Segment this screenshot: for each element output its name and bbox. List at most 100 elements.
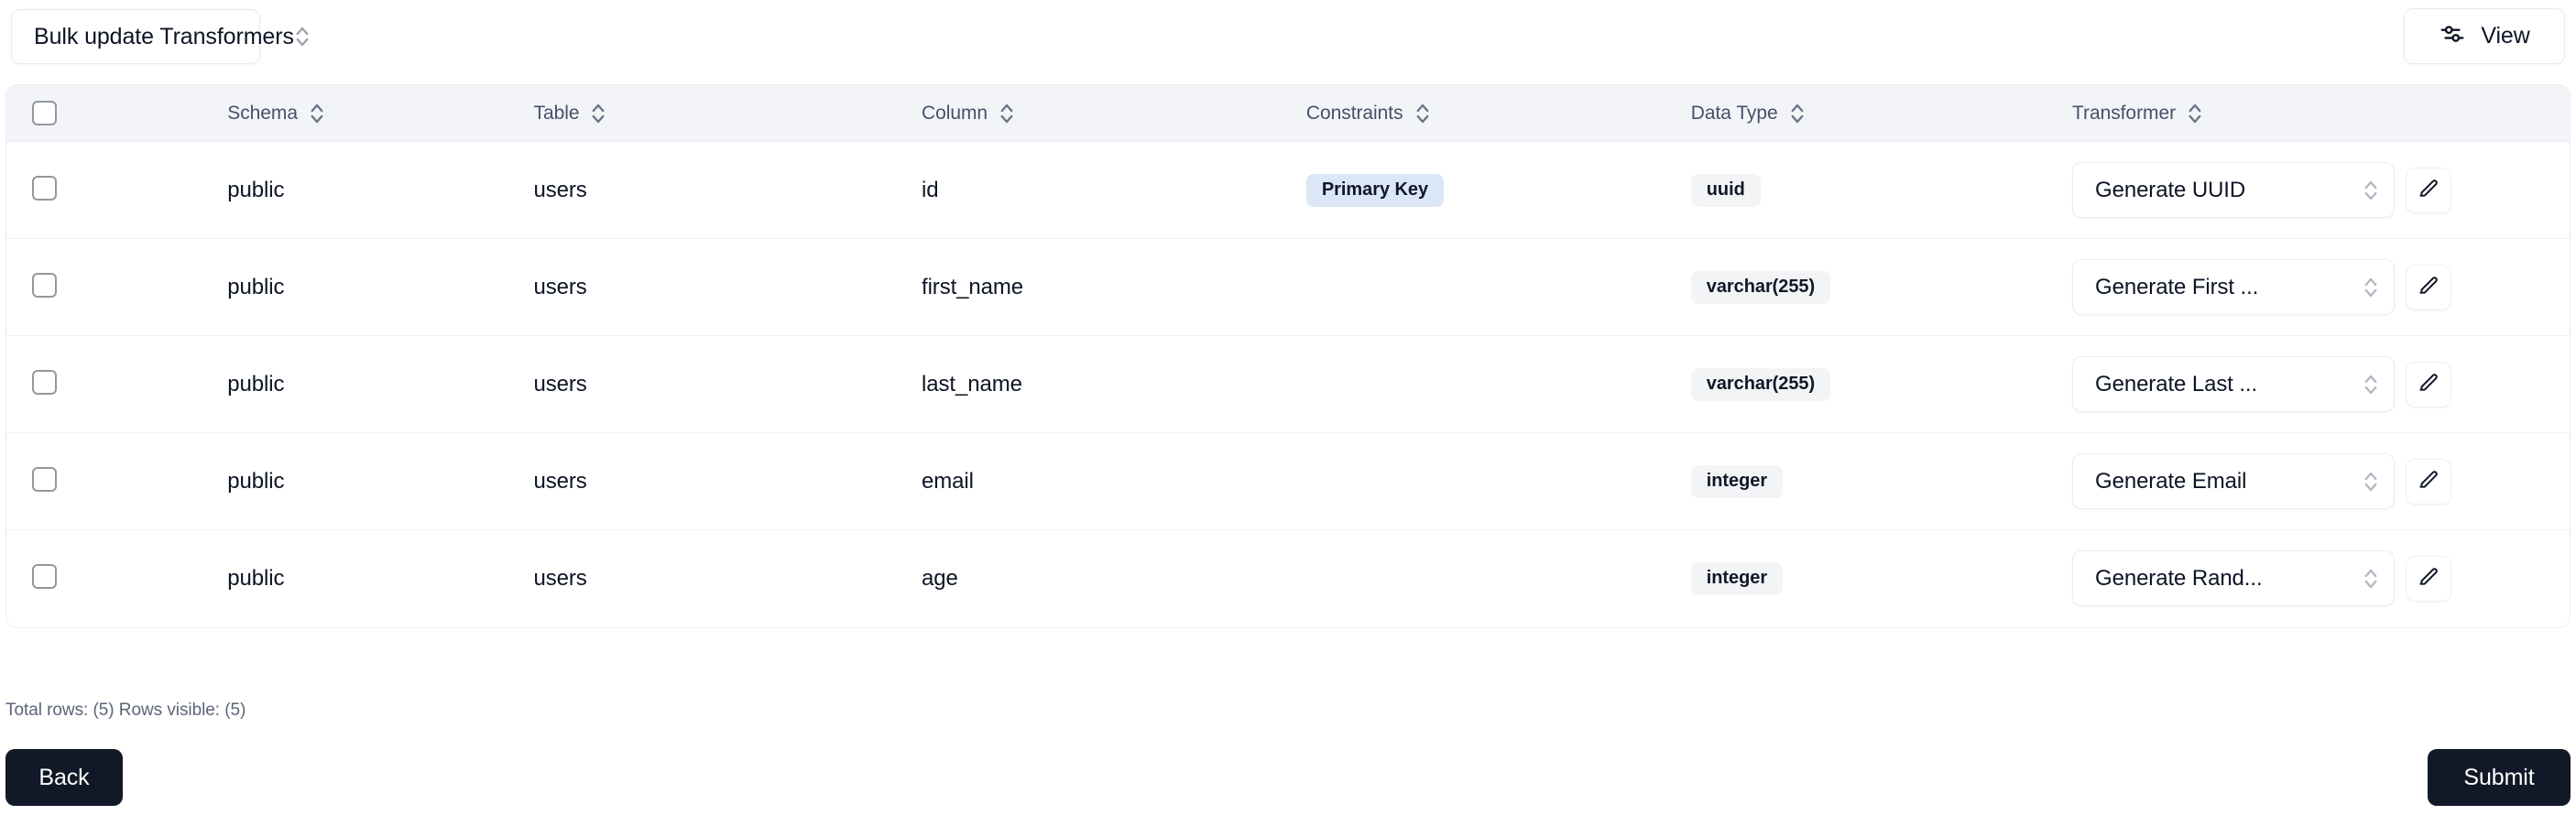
pencil-icon (2417, 564, 2440, 592)
row-checkbox[interactable] (32, 175, 57, 201)
schema-value: public (227, 468, 285, 494)
row-select-cell (6, 530, 152, 627)
edit-transformer-button[interactable] (2406, 264, 2451, 310)
view-button[interactable]: View (2404, 8, 2565, 64)
status-badge: Primary Key (1305, 173, 1445, 207)
bulk-update-transformers-select[interactable]: Bulk update Transformers (11, 9, 309, 64)
cell-schema: public (152, 530, 533, 627)
pencil-icon (2417, 370, 2440, 398)
column-header-table[interactable]: Table (533, 85, 922, 142)
row-checkbox[interactable] (32, 563, 57, 589)
edit-transformer-button[interactable] (2406, 458, 2451, 505)
table-value: users (533, 468, 587, 494)
data-type-badge: integer (1690, 561, 1784, 595)
schema-value: public (227, 177, 285, 202)
sliders-icon (2439, 20, 2466, 52)
transformer-select[interactable]: Generate Rand... (2072, 550, 2395, 607)
table-header: Schema Table Column Constraints Data Typ… (6, 85, 2570, 142)
cell-constraints (1306, 336, 1691, 433)
transformer-value: Generate Last ... (2095, 371, 2258, 397)
chevron-up-down-icon (2363, 177, 2379, 204)
bulk-transformer-page: Bulk update Transformers View Schema Tab… (0, 0, 2576, 815)
transformer-value: Generate First ... (2095, 274, 2259, 299)
transformer-select[interactable]: Generate Last ... (2072, 356, 2395, 412)
column-header-schema[interactable]: Schema (152, 85, 534, 142)
column-header-label: Data Type (1690, 102, 1778, 124)
cell-data-type: varchar(255) (1690, 239, 2072, 336)
table-value: users (533, 371, 587, 397)
toolbar: Bulk update Transformers View (0, 0, 2576, 82)
cell-constraints (1306, 239, 1691, 336)
table-value: users (533, 565, 587, 591)
schema-value: public (227, 274, 285, 299)
cell-transformer: Generate Rand... (2072, 530, 2570, 627)
table-row: public users first_name varchar(255) Gen… (6, 238, 2570, 336)
transformer-value: Generate UUID (2095, 177, 2246, 202)
table-header-row: Schema Table Column Constraints Data Typ… (6, 85, 2570, 142)
transformer-value: Generate Rand... (2095, 565, 2263, 591)
data-type-badge: integer (1690, 464, 1784, 498)
chevron-up-down-icon[interactable] (1789, 100, 1806, 127)
column-header-constraints[interactable]: Constraints (1305, 85, 1691, 142)
row-checkbox[interactable] (32, 272, 57, 298)
row-checkbox[interactable] (32, 466, 57, 492)
transformer-select[interactable]: Generate Email (2072, 453, 2395, 509)
row-select-cell (6, 336, 152, 433)
chevron-up-down-icon[interactable] (999, 100, 1015, 127)
column-header-column[interactable]: Column (922, 85, 1306, 142)
cell-column: age (922, 530, 1306, 627)
table-value: users (533, 177, 587, 202)
table-row: public users last_name varchar(255) Gene… (6, 335, 2570, 433)
cell-table: users (534, 433, 922, 530)
column-value: email (922, 468, 974, 494)
select-all-checkbox[interactable] (32, 101, 57, 125)
data-type-badge: varchar(255) (1690, 367, 1831, 401)
column-value: age (922, 565, 958, 591)
view-label: View (2481, 23, 2530, 49)
cell-transformer: Generate Last ... (2072, 336, 2570, 433)
chevron-up-down-icon (2363, 565, 2379, 592)
chevron-up-down-icon (2363, 274, 2379, 301)
chevron-up-down-icon[interactable] (2187, 100, 2203, 127)
schema-value: public (227, 371, 285, 397)
cell-data-type: integer (1690, 530, 2072, 627)
chevron-up-down-icon (2363, 468, 2379, 495)
edit-transformer-button[interactable] (2406, 555, 2451, 602)
transformers-table: Schema Table Column Constraints Data Typ… (5, 84, 2571, 628)
table-body: public users id Primary Key uuid Generat… (6, 141, 2570, 627)
cell-schema: public (152, 336, 533, 433)
cell-data-type: integer (1690, 433, 2072, 530)
edit-transformer-button[interactable] (2406, 167, 2451, 213)
column-header-transformer[interactable]: Transformer (2072, 85, 2570, 142)
row-select-cell (6, 433, 152, 530)
chevron-up-down-icon[interactable] (1414, 100, 1431, 127)
column-value: id (922, 177, 939, 202)
cell-constraints (1306, 530, 1691, 627)
row-checkbox[interactable] (32, 369, 57, 395)
cell-column: last_name (922, 336, 1306, 433)
cell-table: users (534, 336, 922, 433)
back-button[interactable]: Back (5, 749, 123, 806)
cell-column: id (922, 142, 1306, 239)
cell-data-type: uuid (1690, 142, 2072, 239)
select-all-header (6, 85, 153, 142)
cell-transformer: Generate Email (2072, 433, 2570, 530)
chevron-up-down-icon (2363, 371, 2379, 398)
cell-table: users (534, 530, 922, 627)
cell-transformer: Generate UUID (2072, 142, 2570, 239)
table-value: users (533, 274, 587, 299)
table-row: public users age integer Generate Rand..… (6, 529, 2570, 627)
chevron-up-down-icon[interactable] (309, 100, 325, 127)
submit-button[interactable]: Submit (2428, 749, 2571, 806)
edit-transformer-button[interactable] (2406, 361, 2451, 408)
transformer-select[interactable]: Generate First ... (2072, 259, 2395, 315)
column-header-data-type[interactable]: Data Type (1690, 85, 2072, 142)
cell-column: email (922, 433, 1306, 530)
cell-table: users (534, 239, 922, 336)
data-type-badge: uuid (1690, 173, 1761, 207)
pencil-icon (2417, 273, 2440, 301)
transformer-select[interactable]: Generate UUID (2072, 162, 2395, 218)
chevron-up-down-icon[interactable] (590, 100, 606, 127)
cell-constraints (1306, 433, 1691, 530)
chevron-up-down-icon (294, 23, 311, 50)
